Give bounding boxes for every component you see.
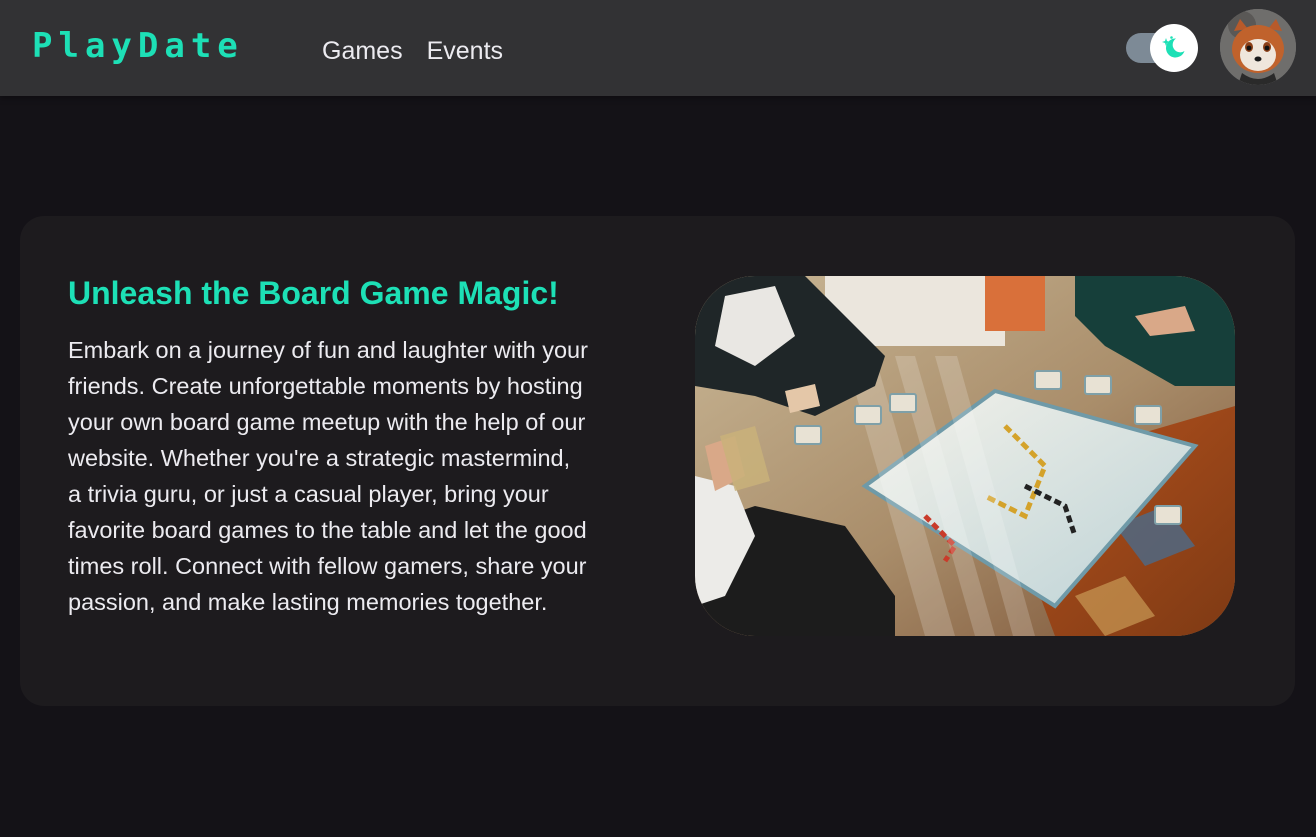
top-navigation-bar: PlayDate Games Events xyxy=(0,0,1316,96)
nav-link-events[interactable]: Events xyxy=(427,36,503,66)
hero-image xyxy=(695,276,1235,636)
moon-stars-icon xyxy=(1162,36,1185,58)
board-game-photo xyxy=(695,276,1235,636)
hero-description: Embark on a journey of fun and laughter … xyxy=(68,337,588,615)
hero-card: Unleash the Board Game Magic! Embark on … xyxy=(20,216,1295,706)
main-nav: Games Events xyxy=(322,36,503,66)
hero-title: Unleash the Board Game Magic! xyxy=(68,275,559,311)
site-logo[interactable]: PlayDate xyxy=(32,26,244,66)
red-panda-avatar xyxy=(1220,9,1296,85)
toggle-knob xyxy=(1150,24,1198,72)
user-avatar[interactable] xyxy=(1220,9,1296,85)
theme-toggle[interactable] xyxy=(1126,24,1198,72)
nav-link-games[interactable]: Games xyxy=(322,36,403,66)
